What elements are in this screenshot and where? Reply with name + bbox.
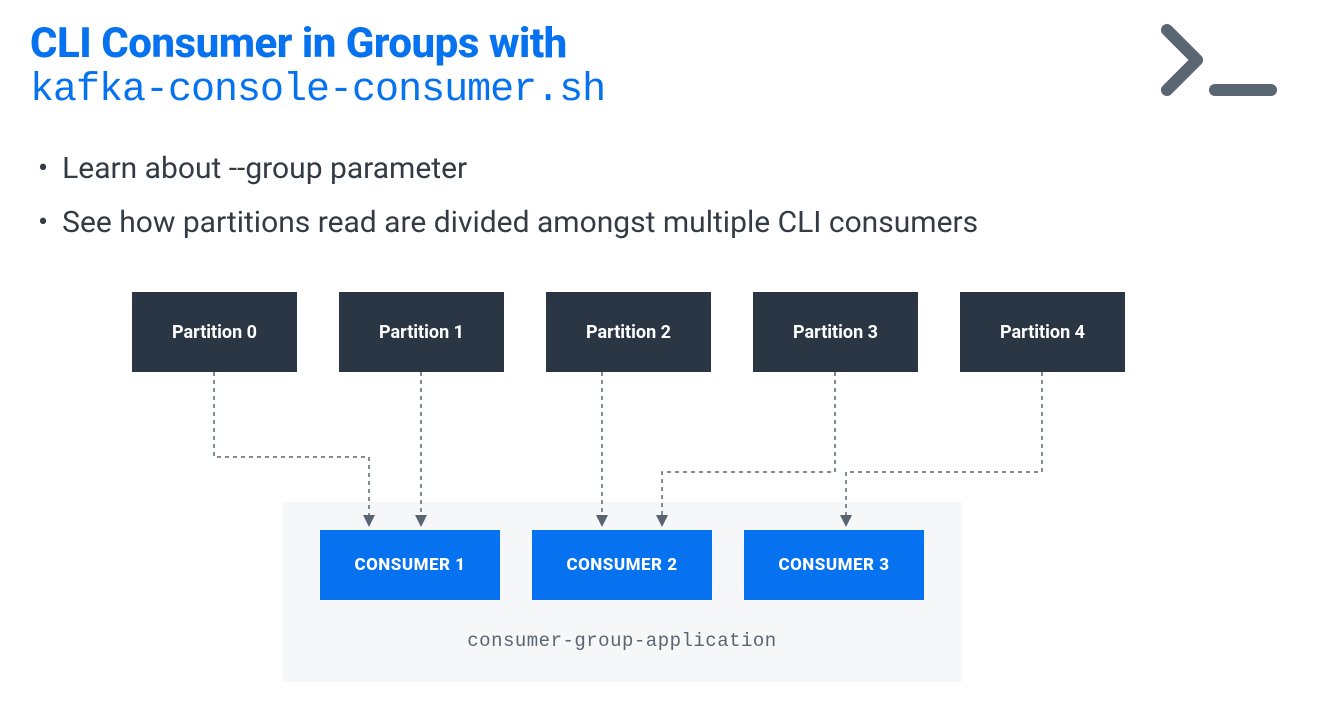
partition-box-2: Partition 2 [546,292,711,372]
partition-box-0: Partition 0 [132,292,297,372]
partition-box-3: Partition 3 [753,292,918,372]
diagram: Partition 0 Partition 1 Partition 2 Part… [132,292,1152,692]
consumer-group-box: CONSUMER 1 CONSUMER 2 CONSUMER 3 consume… [282,502,962,682]
bullet-text: See how partitions read are divided amon… [62,196,978,250]
slide-title: CLI Consumer in Groups with kafka-consol… [30,20,1294,114]
slide: CLI Consumer in Groups with kafka-consol… [0,0,1324,706]
partition-row: Partition 0 Partition 1 Partition 2 Part… [132,292,1152,372]
partition-box-4: Partition 4 [960,292,1125,372]
consumer-group-label: consumer-group-application [467,630,776,652]
consumer-box-1: CONSUMER 1 [320,530,500,600]
title-line-1: CLI Consumer in Groups with [30,20,1294,68]
bullet-list: Learn about --group parameter See how pa… [30,142,1294,250]
bullet-item: See how partitions read are divided amon… [38,196,1294,250]
terminal-icon [1154,20,1284,100]
bullet-text: Learn about --group parameter [62,142,467,196]
partition-box-1: Partition 1 [339,292,504,372]
consumer-box-3: CONSUMER 3 [744,530,924,600]
bullet-item: Learn about --group parameter [38,142,1294,196]
title-line-2-code: kafka-console-consumer.sh [30,68,1294,114]
consumer-row: CONSUMER 1 CONSUMER 2 CONSUMER 3 [320,530,924,600]
consumer-box-2: CONSUMER 2 [532,530,712,600]
